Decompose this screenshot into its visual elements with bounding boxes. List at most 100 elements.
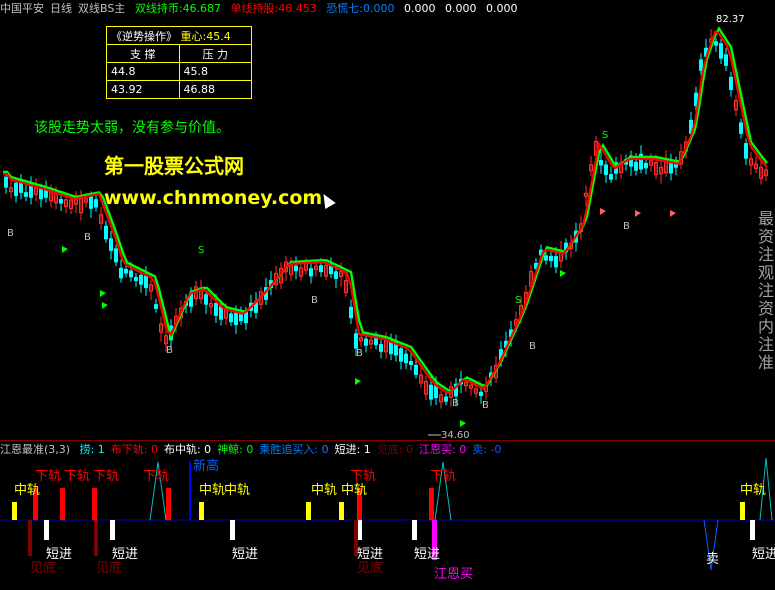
- arrow-marker: [102, 302, 108, 309]
- candle-body: [739, 122, 743, 134]
- support-header: 支 撑: [106, 44, 180, 63]
- candle-body: [94, 199, 98, 208]
- candle-body: [229, 313, 233, 323]
- buy-marker: B: [311, 295, 318, 306]
- sell-marker: S: [515, 295, 521, 306]
- subchart-item-8: 卖: -0: [472, 443, 502, 456]
- candle-body: [414, 364, 418, 375]
- candle-body: [319, 265, 323, 273]
- candle-body: [334, 271, 338, 279]
- buy-marker: B: [356, 348, 363, 359]
- arrow-marker: [635, 210, 641, 217]
- side-text: 最 资 注 观 注 资 内 注 准: [758, 209, 775, 372]
- duanjin-bar: [230, 520, 235, 540]
- high-price-label: 82.37: [716, 14, 745, 25]
- duanjin-bar: [412, 520, 417, 540]
- candle-body: [409, 361, 413, 366]
- xiagui-bar: [92, 488, 97, 520]
- xiagui-label: 下轨: [64, 469, 90, 484]
- candle-body: [669, 162, 673, 174]
- duanjin-label: 短进: [752, 547, 775, 562]
- duanjin-bar: [110, 520, 115, 540]
- zhonggui-label: 中轨: [311, 483, 337, 498]
- subchart-item-6: 见底: 0: [376, 443, 413, 456]
- subchart-header: 江恩最准(3,3) 捞: 1 布下轨: 0 布中轨: 0 神鲸: 0 乘胜追买入: 0 短…: [0, 441, 775, 459]
- candle-body: [479, 391, 483, 397]
- buy-marker: B: [452, 398, 459, 409]
- arrow-marker: [560, 270, 566, 277]
- candle-body: [24, 192, 28, 197]
- candle-body: [139, 274, 143, 285]
- xiagui-label: 下轨: [93, 469, 119, 484]
- xiagui-bar: [166, 488, 171, 520]
- candle-body: [604, 164, 608, 175]
- arrow-marker: [355, 378, 361, 385]
- support-value-2: 43.92: [106, 80, 180, 99]
- arrow-marker: [100, 290, 106, 297]
- candle-body: [214, 303, 218, 316]
- candle-body: [129, 270, 133, 278]
- candle-body: [114, 248, 118, 263]
- zhonggui-label: 中轨: [341, 483, 367, 498]
- candle-body: [309, 268, 313, 277]
- sell-marker: S: [198, 245, 204, 256]
- candle-body: [89, 196, 93, 209]
- candle-body: [719, 43, 723, 59]
- center-value: 45.4: [206, 29, 231, 43]
- candle-body: [104, 225, 108, 240]
- candle-body: [544, 255, 548, 261]
- pressure-header: 压 力: [178, 44, 252, 63]
- duanjin-bar: [750, 520, 755, 540]
- candle-body: [644, 162, 648, 169]
- xiagui-bar: [60, 488, 65, 520]
- duanjin-label: 短进: [357, 547, 383, 562]
- buy-marker: B: [529, 341, 536, 352]
- subchart-item-4: 乘胜追买入: 0: [259, 443, 329, 456]
- zhonggui-label: 中轨: [740, 483, 766, 498]
- candle-body: [744, 143, 748, 159]
- support-pressure-table: 《逆势操作》 重心:45.4 支 撑 压 力 44.8 45.8 43.92 4…: [106, 26, 252, 99]
- buy-marker: B: [482, 400, 489, 411]
- support-value-1: 44.8: [106, 62, 180, 81]
- candle-body: [349, 306, 353, 319]
- sell-label: 卖: [706, 552, 719, 567]
- subchart-item-7: 江恩买: 0: [419, 443, 467, 456]
- duanjin-label: 短进: [414, 547, 440, 562]
- subchart-name[interactable]: 江恩最准(3,3): [0, 443, 70, 456]
- candle-body: [609, 174, 613, 180]
- zhonggui-bar: [339, 502, 344, 520]
- candle-body: [429, 384, 433, 400]
- candle-body: [399, 348, 403, 362]
- pressure-value-1: 45.8: [178, 62, 252, 81]
- subchart-item-0: 捞: 1: [79, 443, 105, 456]
- watermark-url[interactable]: www.chnmoney.com: [104, 187, 322, 209]
- candle-body: [634, 161, 638, 171]
- candle-body: [554, 256, 558, 268]
- watermark-site: 第一股票公式网: [104, 154, 244, 178]
- pressure-value-2: 46.88: [178, 80, 252, 99]
- candle-body: [404, 353, 408, 364]
- zhonggui-bar: [12, 502, 17, 520]
- candle-body: [354, 333, 358, 349]
- candle-body: [119, 267, 123, 279]
- candle-body: [134, 276, 138, 281]
- candle-body: [364, 338, 368, 346]
- buy-marker: B: [84, 232, 91, 243]
- xiagui-label: 下轨: [430, 469, 456, 484]
- zhonggui-label: 中轨: [199, 483, 225, 498]
- zhonggui-bar: [740, 502, 745, 520]
- xiagui-bar: [429, 488, 434, 520]
- subchart-item-2: 布中轨: 0: [163, 443, 212, 456]
- buy-marker: B: [166, 345, 173, 356]
- candle-body: [14, 182, 18, 197]
- subchart-item-5: 短进: 1: [334, 443, 371, 456]
- table-title: 《逆势操作》: [111, 29, 177, 43]
- jiandi-label: 见底: [30, 560, 56, 576]
- duanjin-label: 短进: [46, 547, 72, 562]
- jiangenmai-label: 江恩买: [434, 567, 473, 582]
- jiandi-bar: [94, 520, 98, 556]
- xiagui-label: 下轨: [143, 469, 169, 484]
- candle-body: [729, 76, 733, 91]
- candle-body: [109, 238, 113, 251]
- candle-body: [204, 294, 208, 305]
